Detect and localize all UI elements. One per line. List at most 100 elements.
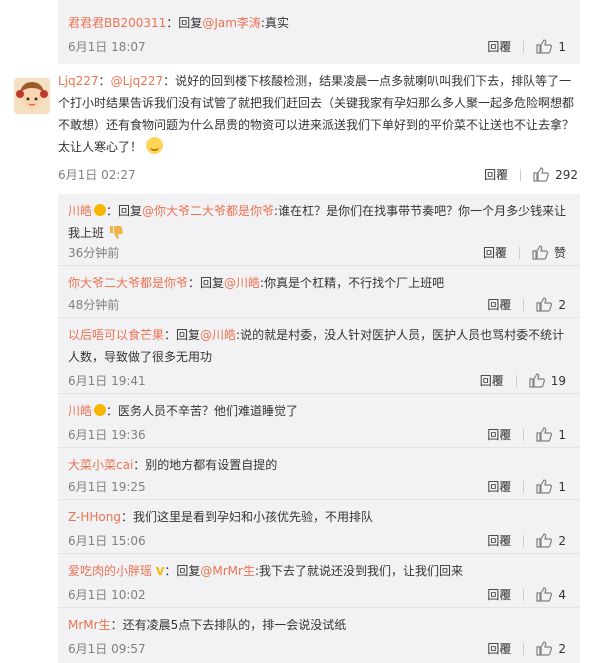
reply-button[interactable]: 回覆 [487, 38, 511, 55]
reply-date: 6月1日 19:36 [68, 428, 146, 442]
reply-text: ：还有凌晨5点下去排队的，排一会说没试纸 [110, 618, 347, 632]
thumbs-up-icon [536, 479, 553, 494]
like-button[interactable]: 2 [536, 297, 566, 312]
reply-button[interactable]: 回覆 [483, 244, 507, 261]
like-button[interactable]: 2 [536, 533, 566, 548]
reply-date: 6月1日 10:02 [68, 588, 146, 602]
reply-username[interactable]: 川皓 [68, 204, 92, 218]
divider [523, 428, 525, 441]
thumbs-up-icon [536, 297, 553, 312]
reply-mention[interactable]: @你大爷二大爷都是你爷 [142, 204, 274, 218]
reply-username[interactable]: Z-HHong [68, 510, 121, 524]
reply-button[interactable]: 回覆 [480, 372, 504, 389]
reply-item: 你大爷二大爷都是你爷：回复@川皓:你真是个杠精，不行找个厂上班吧 48分钟前 回… [58, 266, 580, 318]
like-count: 1 [558, 427, 566, 442]
reply-item: 大菜小菜cai：别的地方都有设置自提的 6月1日 19:25 回覆 1 [58, 448, 580, 500]
reply-item: MrMr生：还有凌晨5点下去排队的，排一会说没试纸 6月1日 09:57 回覆 … [58, 608, 580, 663]
reply-date: 6月1日 18:07 [68, 40, 146, 54]
reply-text: :我下去了就说还没到我们，让我们回来 [254, 564, 463, 578]
vip-badge-icon [94, 204, 107, 216]
like-button[interactable]: 19 [529, 373, 566, 388]
sad-face-emoji-icon [145, 137, 163, 154]
divider [523, 480, 525, 493]
thumbs-down-emoji-icon [109, 226, 123, 239]
like-count: 2 [558, 641, 566, 656]
thumbs-up-icon [533, 167, 550, 182]
thumbs-up-icon [536, 39, 553, 54]
reply-username[interactable]: 大菜小菜cai [68, 458, 133, 472]
avatar[interactable] [14, 78, 50, 114]
reply-text: ：我们这里是看到孕妇和小孩优先验，不用排队 [120, 510, 373, 524]
reply-button[interactable]: 回覆 [487, 532, 511, 549]
reply-button[interactable]: 回覆 [487, 296, 511, 313]
reply-item: 川皓 ：回复@你大爷二大爷都是你爷:谁在杠？是你们在找事带节奏吧？你一个月多少钱来… [58, 194, 580, 266]
reply-item: Z-HHong：我们这里是看到孕妇和小孩优先验，不用排队 6月1日 15:06 … [58, 500, 580, 554]
reply-button[interactable]: 回覆 [487, 586, 511, 603]
divider [523, 534, 525, 547]
comment-thread: 君君君BB200311：回复@Jam李涛:真实 6月1日 18:07 回覆 1 [0, 0, 592, 663]
reply-item: 以后唔可以食芒果：回复@川皓:说的就是村委，没人针对医护人员，医护人员也骂村委不… [58, 318, 580, 394]
comment-mention[interactable]: @Ljq227 [111, 74, 164, 88]
reply-username[interactable]: 以后唔可以食芒果 [68, 328, 164, 342]
reply-button[interactable]: 回覆 [484, 166, 508, 183]
reply-username[interactable]: 爱吃肉的小胖瑶 [68, 564, 152, 578]
reply-item: 川皓 ：医务人员不辛苦？他们难道睡觉了 6月1日 19:36 回覆 1 [58, 394, 580, 448]
vip-badge-icon [94, 404, 107, 416]
avatar-image [14, 78, 50, 114]
like-button[interactable]: 赞 [532, 244, 566, 261]
like-count: 292 [555, 167, 578, 182]
like-count: 1 [558, 39, 566, 54]
comment-item: Ljq227：@Ljq227：说好的回到楼下核酸检测，结果凌晨一点多就喇叭叫我们… [0, 70, 592, 194]
reply-mention[interactable]: @Jam李涛 [202, 16, 261, 30]
comment-date: 6月1日 02:27 [58, 168, 136, 182]
like-count: 1 [558, 479, 566, 494]
reply-button[interactable]: 回覆 [487, 478, 511, 495]
reply-date: 6月1日 19:41 [68, 374, 146, 388]
reply-date: 6月1日 09:57 [68, 642, 146, 656]
comment-username[interactable]: Ljq227 [58, 74, 99, 88]
like-button[interactable]: 1 [536, 39, 566, 54]
like-button[interactable]: 2 [536, 641, 566, 656]
reply-button[interactable]: 回覆 [487, 426, 511, 443]
reply-item: 君君君BB200311：回复@Jam李涛:真实 6月1日 18:07 回覆 1 [58, 0, 580, 64]
reply-username[interactable]: MrMr生 [68, 618, 111, 632]
thumbs-up-icon [536, 533, 553, 548]
like-count: 4 [558, 587, 566, 602]
like-button[interactable]: 4 [536, 587, 566, 602]
reply-text: :你真是个杠精，不行找个厂上班吧 [260, 276, 445, 290]
thumbs-up-icon [536, 641, 553, 656]
thumbs-up-icon [536, 587, 553, 602]
reply-date: 6月1日 19:25 [68, 480, 146, 494]
like-count: 2 [558, 297, 566, 312]
reply-username[interactable]: 你大爷二大爷都是你爷 [68, 276, 188, 290]
reply-mention[interactable]: @MrMr生 [200, 564, 255, 578]
reply-text: ：医务人员不辛苦？他们难道睡觉了 [106, 404, 299, 418]
thumbs-up-icon [536, 427, 553, 442]
reply-username[interactable]: 君君君BB200311 [68, 16, 166, 30]
reply-date: 36分钟前 [68, 246, 120, 260]
reply-text: :真实 [260, 16, 289, 30]
divider [523, 40, 525, 53]
divider [520, 168, 522, 181]
divider [523, 298, 525, 311]
like-count: 19 [550, 373, 566, 388]
reply-mention[interactable]: @川皓 [200, 328, 236, 342]
divider [518, 246, 520, 259]
reply-date: 6月1日 15:06 [68, 534, 146, 548]
reply-date: 48分钟前 [68, 298, 120, 312]
reply-item: 爱吃肉的小胖瑶 V：回复@MrMr生:我下去了就说还没到我们，让我们回来 6月1… [58, 554, 580, 608]
thumbs-up-icon [532, 245, 548, 260]
reply-button[interactable]: 回覆 [487, 640, 511, 657]
thumbs-up-icon [529, 373, 545, 388]
like-count: 2 [558, 533, 566, 548]
reply-text: ：别的地方都有设置自提的 [133, 458, 278, 472]
divider [523, 588, 525, 601]
like-button[interactable]: 1 [536, 427, 566, 442]
like-button[interactable]: 1 [536, 479, 566, 494]
like-count: 赞 [553, 246, 566, 260]
reply-mention[interactable]: @川皓 [224, 276, 260, 290]
divider [523, 642, 525, 655]
reply-username[interactable]: 川皓 [68, 404, 92, 418]
divider [515, 374, 517, 387]
like-button[interactable]: 292 [533, 167, 578, 182]
